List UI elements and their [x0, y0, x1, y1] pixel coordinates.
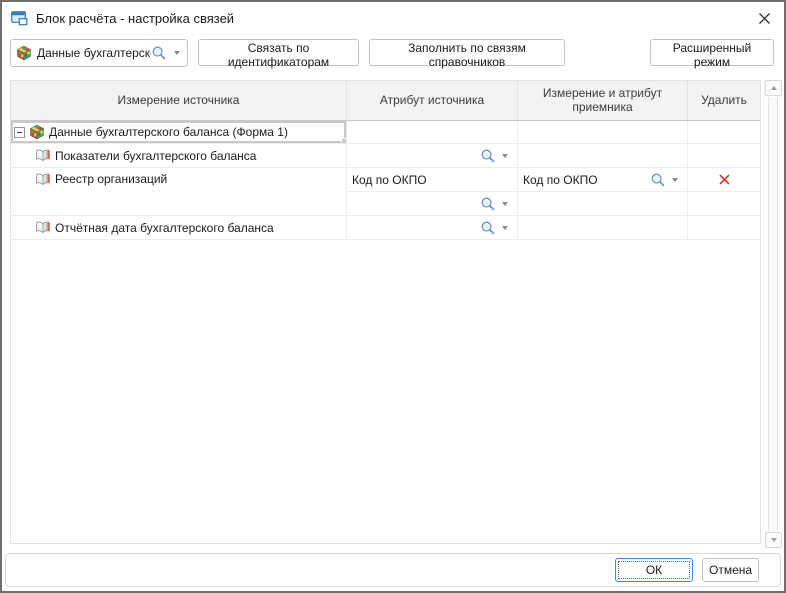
- cell-value: Код по ОКПО: [352, 173, 427, 187]
- cell-r1-target: [518, 121, 688, 144]
- olap-cube-icon: [29, 124, 45, 140]
- close-icon[interactable]: [755, 9, 773, 27]
- cell-r4-source-attribute[interactable]: [347, 192, 518, 216]
- cell-r3-delete[interactable]: [688, 168, 760, 192]
- ok-button[interactable]: ОК: [615, 558, 693, 582]
- delete-cross-icon[interactable]: [718, 173, 731, 186]
- cell-r2-source[interactable]: Показатели бухгалтерского баланса: [11, 144, 347, 168]
- cell-r4-target: [518, 192, 688, 216]
- magnifier-icon: [480, 220, 496, 236]
- collapse-expander-icon[interactable]: [14, 127, 25, 138]
- cell-r3-target[interactable]: Код по ОКПО: [518, 168, 688, 192]
- open-book-icon: [35, 220, 51, 235]
- caret-down-icon: [502, 154, 508, 158]
- caret-down-icon: [174, 51, 180, 55]
- cell-r1-delete: [688, 121, 760, 144]
- row-label: Данные бухгалтерского баланса (Форма 1): [49, 125, 288, 139]
- cell-r2-source-attribute[interactable]: [347, 144, 518, 168]
- cell-r2-delete: [688, 144, 760, 168]
- magnifier-icon: [480, 148, 496, 164]
- olap-cube-icon: [16, 45, 32, 61]
- cell-r3-source-attribute[interactable]: Код по ОКПО: [347, 168, 518, 192]
- cell-r3-source[interactable]: Реестр организаций: [11, 168, 347, 216]
- cell-r2-target: [518, 144, 688, 168]
- scrollbar-track[interactable]: [768, 97, 778, 531]
- cell-r4-delete: [688, 192, 760, 216]
- scroll-down-icon[interactable]: [765, 532, 782, 548]
- dialog-title: Блок расчёта - настройка связей: [36, 11, 234, 26]
- header-source-attribute: Атрибут источника: [347, 81, 518, 120]
- scroll-up-icon[interactable]: [765, 80, 782, 96]
- cell-selection-handle[interactable]: [341, 138, 347, 144]
- row-label: Показатели бухгалтерского баланса: [55, 149, 256, 163]
- cell-r5-target: [518, 216, 688, 240]
- cell-r1-source[interactable]: Данные бухгалтерского баланса (Форма 1): [11, 121, 347, 144]
- source-selector[interactable]: Данные бухгалтерског: [10, 39, 188, 67]
- caret-down-icon: [672, 178, 678, 182]
- toolbar: Данные бухгалтерског Связать по идентифи…: [2, 39, 784, 67]
- advanced-mode-button[interactable]: Расширенный режим: [650, 39, 774, 66]
- cell-value: Код по ОКПО: [523, 173, 598, 187]
- vertical-scrollbar[interactable]: [764, 80, 783, 548]
- dialog-window: Блок расчёта - настройка связей: [0, 0, 786, 593]
- cell-r5-delete: [688, 216, 760, 240]
- caret-down-icon: [502, 226, 508, 230]
- link-by-identifiers-button[interactable]: Связать по идентификаторам: [198, 39, 359, 66]
- magnifier-icon: [151, 45, 167, 61]
- row-label: Отчётная дата бухгалтерского баланса: [55, 221, 274, 235]
- source-selector-value: Данные бухгалтерског: [37, 46, 151, 60]
- open-book-icon: [35, 148, 51, 163]
- fill-by-dictionary-links-button[interactable]: Заполнить по связям справочников: [369, 39, 565, 66]
- magnifier-icon: [480, 196, 496, 212]
- cancel-button[interactable]: Отмена: [702, 558, 759, 582]
- titlebar: Блок расчёта - настройка связей: [2, 2, 784, 34]
- cell-r5-source-attribute[interactable]: [347, 216, 518, 240]
- open-book-icon: [35, 172, 51, 187]
- header-source-dimension: Измерение источника: [11, 81, 347, 120]
- cell-r5-source[interactable]: Отчётная дата бухгалтерского баланса: [11, 216, 347, 240]
- grid-body: Данные бухгалтерского баланса (Форма 1): [11, 121, 760, 240]
- cell-r1-source-attribute: [347, 121, 518, 144]
- header-delete: Удалить: [688, 81, 760, 120]
- grid-header: Измерение источника Атрибут источника Из…: [11, 81, 760, 121]
- caret-down-icon: [502, 202, 508, 206]
- links-grid: Измерение источника Атрибут источника Из…: [10, 80, 761, 544]
- magnifier-icon: [650, 172, 666, 188]
- form-window-icon: [11, 10, 28, 26]
- row-label: Реестр организаций: [55, 172, 167, 186]
- header-target-dimension-attribute: Измерение и атрибут приемника: [518, 81, 688, 120]
- footer-panel: ОК Отмена: [5, 553, 781, 587]
